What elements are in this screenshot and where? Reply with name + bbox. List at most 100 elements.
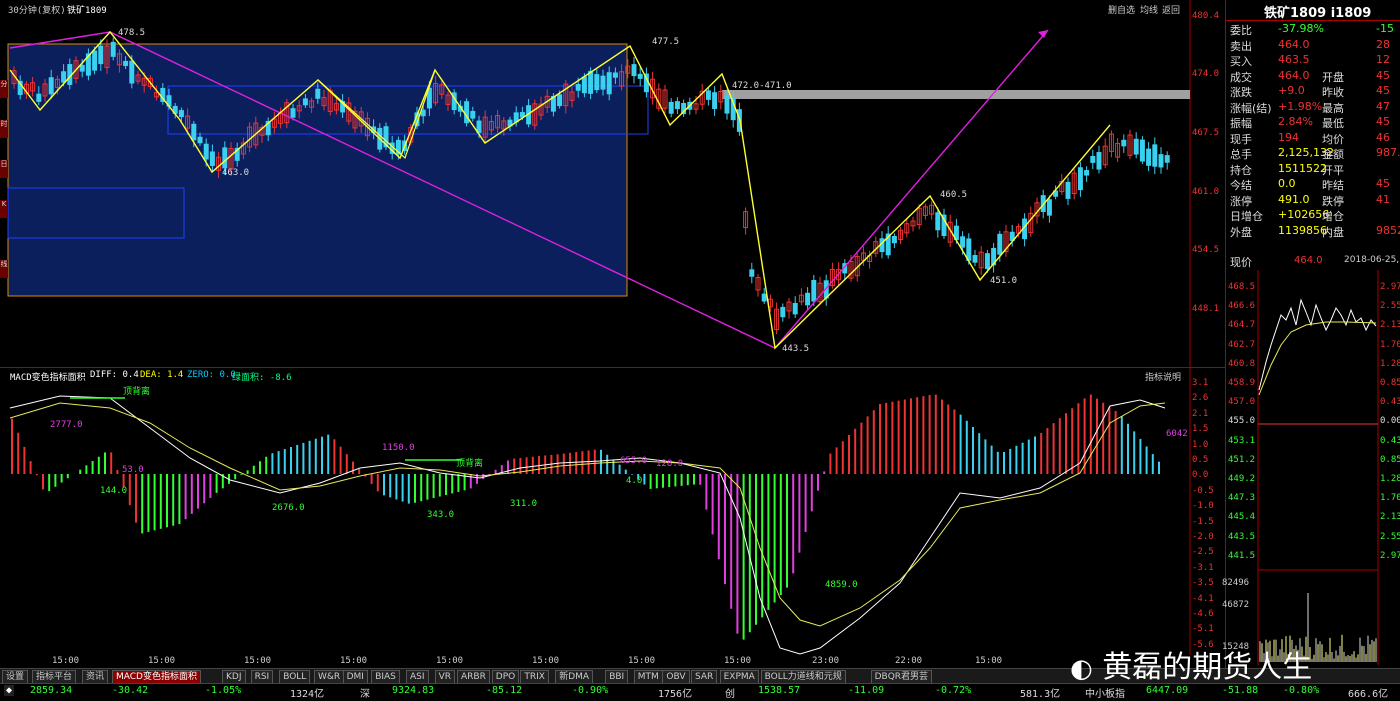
area-label: 4859.0 xyxy=(825,580,858,590)
candle xyxy=(780,306,786,318)
quote-key: 内盘 xyxy=(1322,225,1344,239)
macd-diff: DIFF: 0.4 xyxy=(90,370,139,380)
side-tab[interactable]: 线 xyxy=(0,260,8,278)
candle xyxy=(1139,139,1145,162)
watermark-text: 黄磊的期货人生 xyxy=(1102,650,1313,685)
status-value: 1756亿 xyxy=(658,689,693,700)
quote-value: 45 xyxy=(1376,115,1390,128)
mini-price-tick: 445.4 xyxy=(1228,512,1256,523)
tab-16[interactable]: BBI xyxy=(605,670,629,684)
side-tab[interactable]: K xyxy=(0,200,8,218)
candle xyxy=(631,64,637,77)
time-tick: 15:00 xyxy=(975,656,1003,666)
tab-22[interactable]: DBQR君男芸 xyxy=(870,670,933,684)
quote-header: 铁矿1809 i1809 xyxy=(1226,0,1400,21)
period-label: 30分钟(复权) xyxy=(8,6,66,16)
status-value: 2859.34 xyxy=(30,685,73,696)
tab-13[interactable]: DPO xyxy=(491,670,520,684)
tab-20[interactable]: EXPMA xyxy=(719,670,759,684)
quote-row: 振幅 2.84% 最低 45 xyxy=(1226,114,1400,130)
candle xyxy=(420,109,426,117)
tab-3[interactable]: MACD变色指标面积 xyxy=(112,670,201,684)
quote-value: 47 xyxy=(1376,99,1390,113)
tab-14[interactable]: TRIX xyxy=(520,670,549,684)
tab-6[interactable]: BOLL xyxy=(279,670,311,684)
candle xyxy=(637,73,643,79)
tab-19[interactable]: SAR xyxy=(691,670,718,684)
macd-tick: 0.0 xyxy=(1192,470,1209,481)
indicator-help-button[interactable]: 指标说明 xyxy=(1145,370,1181,383)
avg-price-line xyxy=(1258,321,1377,396)
dea-line xyxy=(9,402,1166,627)
quote-value: 464.0 xyxy=(1278,68,1310,82)
resistance-label: 472.0-471.0 xyxy=(732,81,792,91)
quote-row: 现手 194 均价 46 xyxy=(1226,130,1400,146)
status-value: 1538.57 xyxy=(758,685,801,696)
macd-tick: 1.0 xyxy=(1192,439,1209,450)
time-tick: 15:00 xyxy=(52,656,80,666)
candle xyxy=(1121,139,1127,147)
candle xyxy=(1090,155,1096,163)
mini-pct-tick: 0.43 xyxy=(1380,435,1400,446)
candle xyxy=(891,235,897,244)
kline-chart[interactable]: 478.5 463.0 477.5 472.0-471.0 443.5 460.… xyxy=(0,0,1191,368)
macd-tick: 0.5 xyxy=(1192,455,1209,465)
candle xyxy=(79,64,85,72)
back-button[interactable]: 返回 xyxy=(1162,3,1180,16)
tab-2[interactable]: 资讯 xyxy=(82,670,109,684)
quote-value: 45 xyxy=(1376,84,1390,97)
status-value: 581.3亿 xyxy=(1020,689,1061,700)
now-value: 464.0 xyxy=(1294,255,1323,266)
tab-8[interactable]: DMI xyxy=(342,670,368,684)
candle xyxy=(178,110,184,118)
quote-row: 涨停 491.0 跌停 41 xyxy=(1226,192,1400,208)
tab-18[interactable]: OBV xyxy=(662,670,690,684)
tab-21[interactable]: BOLL力道线和元规 xyxy=(760,670,846,684)
delete-watch-button[interactable]: 删自选 xyxy=(1108,3,1135,16)
pivot-label: 477.5 xyxy=(652,37,680,47)
quote-row: 总手2,125,132金额987.4 xyxy=(1226,145,1400,161)
macd-tick: -2.0 xyxy=(1192,532,1214,542)
price-line xyxy=(1258,298,1377,391)
status-index-icon: ◆ xyxy=(4,685,15,696)
status-value: 9324.83 xyxy=(392,685,435,696)
macd-dea: DEA: 1.4 xyxy=(140,370,184,380)
side-tab[interactable]: 分 xyxy=(0,80,8,98)
tab-17[interactable]: MTM xyxy=(633,670,663,684)
vol-tick: 82496 xyxy=(1222,578,1250,588)
tab-15[interactable]: 新DMA xyxy=(555,670,594,684)
tab-12[interactable]: ARBR xyxy=(457,670,490,684)
macd-panel[interactable]: MACD变色指标面积 DIFF: 0.4 DEA: 1.4 ZERO: 0.0 … xyxy=(0,368,1191,655)
status-value: -1.05% xyxy=(205,685,242,696)
quote-row: 持仓 1511522 开平 xyxy=(1226,161,1400,177)
time-tick: 15:00 xyxy=(628,656,656,666)
side-tab[interactable]: 时 xyxy=(0,120,8,138)
tab-11[interactable]: VR xyxy=(434,670,456,684)
quote-row: 日增仓 +102656 增仓 xyxy=(1226,207,1400,223)
candle xyxy=(575,84,581,91)
mini-price-tick: 451.2 xyxy=(1228,454,1256,465)
candle xyxy=(749,269,755,277)
pivot-label: 451.0 xyxy=(990,276,1018,286)
tab-1[interactable]: 指标平台 xyxy=(32,670,77,684)
mini-pct-tick: 0.43 xyxy=(1380,397,1400,408)
tab-0[interactable]: 设置 xyxy=(2,670,29,684)
tab-5[interactable]: RSI xyxy=(250,670,274,684)
area-label: 53.0 xyxy=(122,465,144,475)
tab-10[interactable]: ASI xyxy=(406,670,429,684)
ma-button[interactable]: 均线 xyxy=(1140,3,1158,16)
range-box-large xyxy=(7,43,628,297)
macd-tick: -4.1 xyxy=(1192,593,1214,604)
area-label: 144.0 xyxy=(100,486,128,496)
tab-7[interactable]: W&R xyxy=(314,670,345,684)
vol-tick: 46872 xyxy=(1222,600,1250,610)
quote-value: +1.98% xyxy=(1278,99,1323,113)
candle xyxy=(724,95,730,114)
candle xyxy=(997,233,1003,255)
side-tab[interactable]: 日 xyxy=(0,160,8,178)
mini-pct-tick: 0.85 xyxy=(1380,454,1400,465)
mini-pct-tick: 2.55 xyxy=(1380,301,1400,312)
candle xyxy=(61,71,67,83)
tab-9[interactable]: BIAS xyxy=(371,670,400,684)
tab-4[interactable]: KDJ xyxy=(222,670,246,684)
